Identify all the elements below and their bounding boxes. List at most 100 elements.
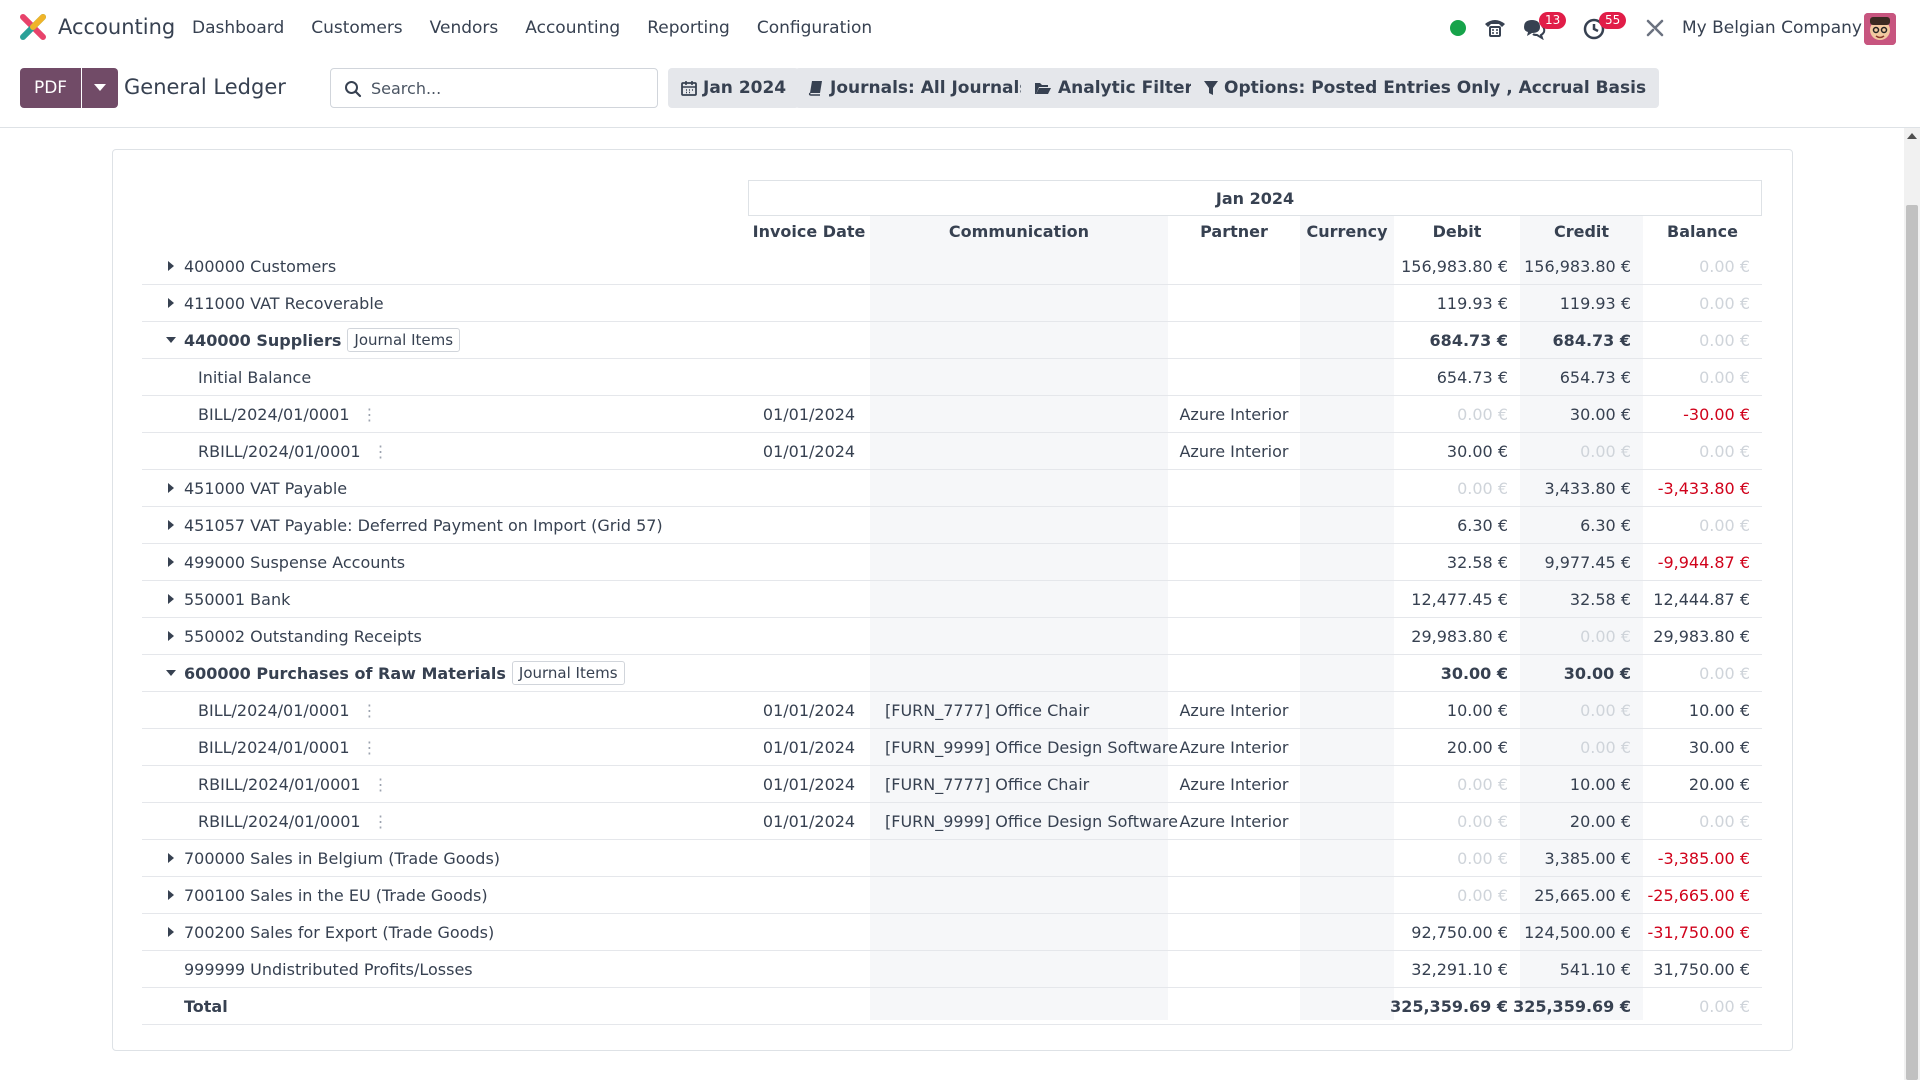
account-row[interactable]: 700000 Sales in Belgium (Trade Goods) 0.0… [142, 840, 1762, 877]
search-icon [345, 81, 362, 98]
row-name-cell: 700200 Sales for Export (Trade Goods) [142, 914, 494, 950]
search-box[interactable] [330, 68, 658, 108]
cell-credit: 30.00 € [1563, 663, 1631, 683]
row-name-cell: RBILL/2024/01/0001 ⋮ [142, 433, 389, 469]
row-actions-kebab-icon[interactable]: ⋮ [362, 738, 378, 757]
cell-debit: 156,983.80 € [1401, 256, 1508, 276]
row-label: 600000 Purchases of Raw Materials [184, 663, 506, 683]
cell-debit: 654.73 € [1436, 367, 1508, 387]
account-row[interactable]: 550002 Outstanding Receipts 29,983.80 € 0.… [142, 618, 1762, 655]
caret-right-icon[interactable] [164, 888, 178, 902]
folder-open-icon [1035, 83, 1051, 94]
row-actions-kebab-icon[interactable]: ⋮ [362, 405, 378, 424]
account-row[interactable]: 451000 VAT Payable 0.00 € 3,433.80 € -3,433… [142, 470, 1762, 507]
cell-credit: 0.00 € [1580, 737, 1631, 757]
pdf-dropdown-button[interactable] [82, 68, 118, 108]
account-row[interactable]: 400000 Customers 156,983.80 € 156,983.80 €… [142, 248, 1762, 285]
row-actions-kebab-icon[interactable]: ⋮ [362, 701, 378, 720]
cell-credit: 3,385.00 € [1544, 848, 1631, 868]
period-header: Jan 2024 [748, 180, 1762, 216]
row-label: 451000 VAT Payable [184, 478, 348, 498]
pdf-button[interactable]: PDF [20, 68, 81, 108]
cell-balance: 0.00 € [1699, 330, 1750, 350]
menu-customers[interactable]: Customers [311, 18, 402, 38]
account-row[interactable]: 411000 VAT Recoverable 119.93 € 119.93 € 0.… [142, 285, 1762, 322]
search-input[interactable] [371, 77, 641, 99]
row-actions-kebab-icon[interactable]: ⋮ [373, 775, 389, 794]
user-avatar-icon [1864, 13, 1896, 45]
menu-accounting[interactable]: Accounting [525, 18, 620, 38]
filter-funnel-icon [1204, 81, 1218, 95]
row-actions-kebab-icon[interactable]: ⋮ [373, 812, 389, 831]
account-row[interactable]: 700200 Sales for Export (Trade Goods) 92,… [142, 914, 1762, 951]
journal-items-button[interactable]: Journal Items [347, 328, 461, 352]
account-row[interactable]: 499000 Suspense Accounts 32.58 € 9,977.45 … [142, 544, 1762, 581]
phone-icon[interactable] [1483, 16, 1507, 38]
row-name-cell: RBILL/2024/01/0001 ⋮ [142, 766, 389, 802]
cell-date: 01/01/2024 [762, 700, 856, 720]
row-actions-kebab-icon[interactable]: ⋮ [373, 442, 389, 461]
cell-debit: 684.73 € [1429, 330, 1508, 350]
cell-debit: 0.00 € [1457, 774, 1508, 794]
caret-right-icon[interactable] [164, 629, 178, 643]
row-name-cell: 440000 Suppliers Journal Items [142, 322, 461, 358]
cell-credit: 124,500.00 € [1524, 922, 1631, 942]
cell-debit: 32.58 € [1446, 552, 1508, 572]
row-name-cell: BILL/2024/01/0001 ⋮ [142, 692, 378, 728]
caret-right-icon[interactable] [164, 925, 178, 939]
analytic-filter-button[interactable]: Analytic Filter [1021, 68, 1206, 108]
tools-icon[interactable] [1645, 18, 1665, 38]
journal-items-button[interactable]: Journal Items [511, 661, 625, 685]
caret-right-icon[interactable] [164, 296, 178, 310]
scrollbar-thumb[interactable] [1906, 205, 1918, 1080]
account-row[interactable]: 440000 Suppliers Journal Items 684.73 € 684… [142, 322, 1762, 359]
caret-right-icon[interactable] [164, 555, 178, 569]
journal-item-row[interactable]: RBILL/2024/01/0001 ⋮ 01/01/2024 [FURN_9999]… [142, 803, 1762, 840]
options-filter-button[interactable]: Options: Posted Entries Only , Accrual B… [1191, 68, 1660, 108]
row-label: BILL/2024/01/0001 [198, 404, 350, 424]
row-name-cell: 700100 Sales in the EU (Trade Goods) [142, 877, 488, 913]
cell-balance: -25,665.00 € [1647, 885, 1750, 905]
caret-right-icon[interactable] [164, 518, 178, 532]
caret-right-icon[interactable] [164, 481, 178, 495]
menu-reporting[interactable]: Reporting [647, 18, 730, 38]
cell-credit: 6.30 € [1580, 515, 1631, 535]
cell-debit: 30.00 € [1440, 663, 1508, 683]
cell-debit: 12,477.45 € [1411, 589, 1508, 609]
row-label: 550001 Bank [184, 589, 291, 609]
journal-item-row[interactable]: RBILL/2024/01/0001 ⋮ 01/01/2024 [FURN_7777]… [142, 766, 1762, 803]
cell-debit: 0.00 € [1457, 848, 1508, 868]
caret-down-icon[interactable] [164, 333, 178, 347]
journal-item-row[interactable]: BILL/2024/01/0001 ⋮ 01/01/2024 [FURN_7777] … [142, 692, 1762, 729]
cell-communication: [FURN_7777] Office Chair [885, 774, 1090, 794]
caret-down-icon [94, 84, 106, 91]
account-row[interactable]: 451057 VAT Payable: Deferred Payment on … [142, 507, 1762, 544]
journal-item-row[interactable]: RBILL/2024/01/0001 ⋮ 01/01/2024 Azure Inter… [142, 433, 1762, 470]
journal-item-row[interactable]: BILL/2024/01/0001 ⋮ 01/01/2024 Azure Interi… [142, 396, 1762, 433]
menu-dashboard[interactable]: Dashboard [192, 18, 284, 38]
account-row[interactable]: 600000 Purchases of Raw Materials Journal… [142, 655, 1762, 692]
control-panel: PDF General Ledger Jan 2024 Journals: Al… [0, 58, 1920, 128]
caret-down-icon[interactable] [164, 666, 178, 680]
app-brand[interactable]: Accounting [20, 14, 175, 40]
journals-filter-button[interactable]: Journals: All Journals [795, 68, 1043, 108]
cell-communication: [FURN_7777] Office Chair [885, 700, 1090, 720]
total-row: Total 325,359.69 €325,359.69 € 0.00 € [142, 988, 1762, 1025]
journal-item-row[interactable]: BILL/2024/01/0001 ⋮ 01/01/2024 [FURN_9999] … [142, 729, 1762, 766]
cell-balance: -3,433.80 € [1657, 478, 1750, 498]
user-avatar[interactable] [1864, 13, 1896, 45]
cell-credit: 119.93 € [1559, 293, 1631, 313]
column-header-partner: Partner [1200, 222, 1268, 241]
caret-right-icon[interactable] [164, 259, 178, 273]
account-row[interactable]: 550001 Bank 12,477.45 € 32.58 € 12,444.87 € [142, 581, 1762, 618]
company-switcher[interactable]: My Belgian Company [1682, 18, 1862, 38]
menu-configuration[interactable]: Configuration [757, 18, 872, 38]
cell-balance: 0.00 € [1699, 663, 1750, 683]
caret-right-icon[interactable] [164, 592, 178, 606]
date-filter-button[interactable]: Jan 2024 [668, 68, 800, 108]
account-row[interactable]: 700100 Sales in the EU (Trade Goods) 0.00… [142, 877, 1762, 914]
scroll-up-arrow[interactable] [1904, 128, 1920, 144]
caret-right-icon[interactable] [164, 851, 178, 865]
menu-vendors[interactable]: Vendors [430, 18, 499, 38]
column-header-invoice-date: Invoice Date [752, 222, 866, 241]
